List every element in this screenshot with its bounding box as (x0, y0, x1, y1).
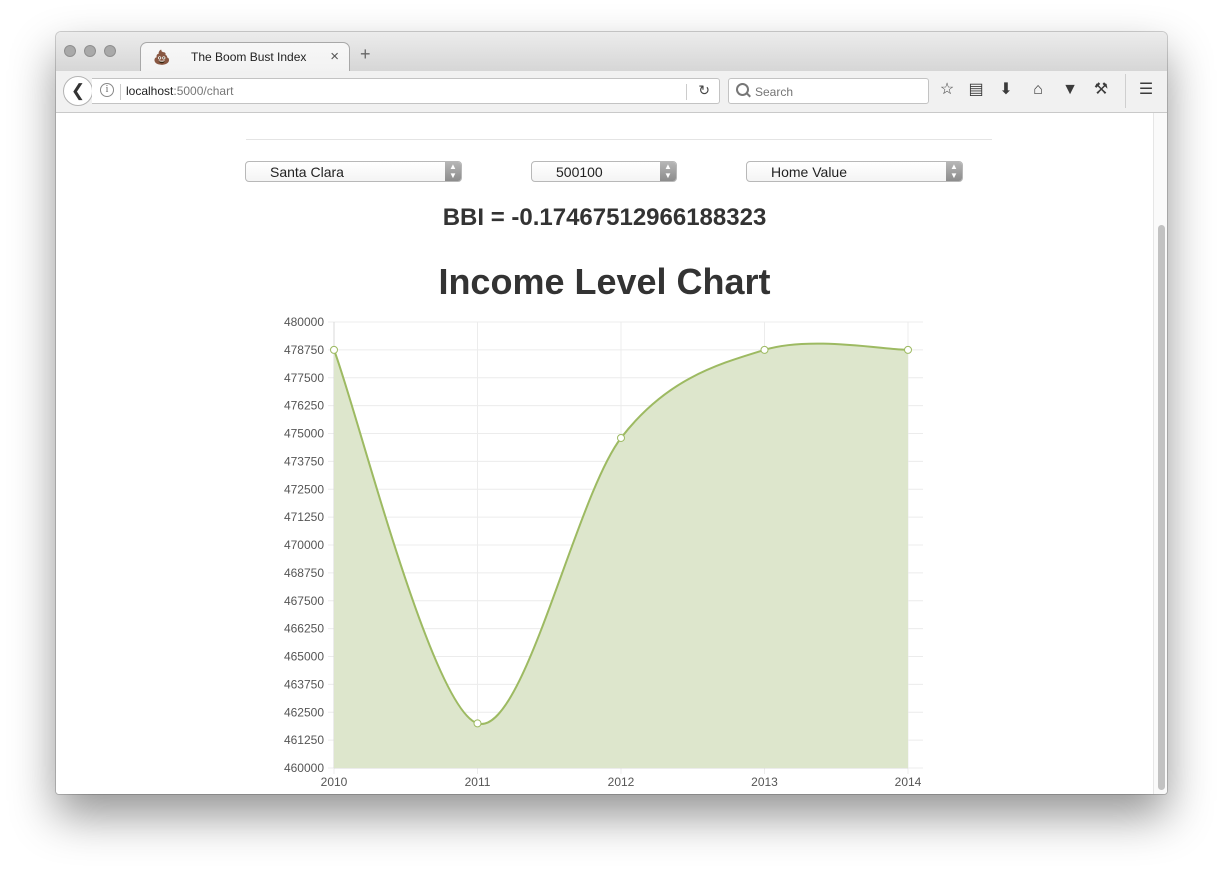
pocket-icon[interactable]: ▼ (1059, 80, 1081, 100)
x-tick-label: 2011 (465, 775, 491, 789)
x-tick-label: 2013 (751, 775, 778, 789)
y-tick-label: 478750 (284, 343, 324, 357)
reload-icon[interactable]: ↻ (698, 82, 710, 99)
y-tick-label: 470000 (284, 538, 324, 552)
tab-title: The Boom Bust Index (191, 50, 307, 64)
developer-tools-icon[interactable]: ⚒ (1090, 80, 1112, 100)
y-tick-label: 461250 (284, 733, 324, 747)
scrollbar-thumb[interactable] (1158, 225, 1165, 790)
y-tick-label: 472500 (284, 482, 324, 496)
data-point (617, 433, 625, 442)
x-tick-label: 2012 (608, 775, 635, 789)
back-button[interactable]: ❮ (63, 76, 93, 106)
search-bar[interactable] (728, 78, 929, 104)
search-input[interactable] (753, 82, 925, 102)
vertical-scrollbar[interactable] (1153, 113, 1167, 794)
url-divider (120, 84, 121, 100)
data-point (330, 345, 338, 354)
search-icon (736, 83, 749, 96)
url-bar[interactable]: i localhost:5000/chart ↻ (92, 78, 720, 104)
tab-boom-bust-index[interactable]: 💩 The Boom Bust Index × (140, 42, 350, 72)
reading-list-icon[interactable]: ▤ (965, 80, 987, 100)
site-info-icon[interactable]: i (100, 83, 114, 97)
y-tick-label: 475000 (284, 427, 324, 441)
y-tick-label: 467500 (284, 594, 324, 608)
favicon-icon: 💩 (153, 49, 171, 65)
y-tick-label: 480000 (284, 315, 324, 329)
bookmark-star-icon[interactable]: ☆ (936, 80, 958, 100)
y-tick-label: 462500 (284, 705, 324, 719)
url-text[interactable]: localhost:5000/chart (126, 84, 233, 98)
url-host: localhost (126, 84, 174, 98)
x-tick-label: 2010 (321, 775, 348, 789)
close-tab-icon[interactable]: × (330, 48, 339, 65)
url-divider (686, 84, 687, 100)
y-tick-label: 468750 (284, 566, 324, 580)
y-tick-label: 473750 (284, 454, 324, 468)
zoom-window-button[interactable] (104, 45, 116, 57)
data-point (760, 345, 769, 354)
y-tick-label: 476250 (284, 399, 324, 413)
toolbar-divider (1125, 74, 1126, 108)
y-tick-label: 460000 (284, 761, 324, 775)
browser-window: 💩 The Boom Bust Index × + ❮ i localhost:… (56, 32, 1167, 794)
data-point (904, 345, 912, 354)
y-tick-label: 471250 (284, 510, 324, 524)
y-tick-label: 466250 (284, 622, 324, 636)
page-content: Santa Clara ▲ ▼ 500100 ▲ ▼ Home Value ▲ ▼ B… (56, 113, 1153, 794)
title-bar: 💩 The Boom Bust Index × + (56, 32, 1167, 72)
y-tick-label: 477500 (284, 371, 324, 385)
data-point (473, 719, 482, 728)
minimize-window-button[interactable] (84, 45, 96, 57)
hamburger-menu-icon[interactable]: ☰ (1135, 80, 1157, 100)
downloads-icon[interactable]: ⬇ (995, 80, 1017, 100)
y-tick-label: 465000 (284, 650, 324, 664)
income-level-chart: 480000 478750 477500 476250 475000 473750 4725… (284, 315, 923, 789)
x-tick-label: 2014 (895, 775, 922, 789)
y-tick-label: 463750 (284, 677, 324, 691)
navigation-toolbar: ❮ i localhost:5000/chart ↻ ☆ ▤ ⬇ ⌂ ▼ ⚒ ☰ (56, 71, 1167, 113)
url-path: :5000/chart (173, 84, 234, 98)
new-tab-button[interactable]: + (360, 45, 371, 63)
home-icon[interactable]: ⌂ (1027, 80, 1049, 100)
close-window-button[interactable] (64, 45, 76, 57)
